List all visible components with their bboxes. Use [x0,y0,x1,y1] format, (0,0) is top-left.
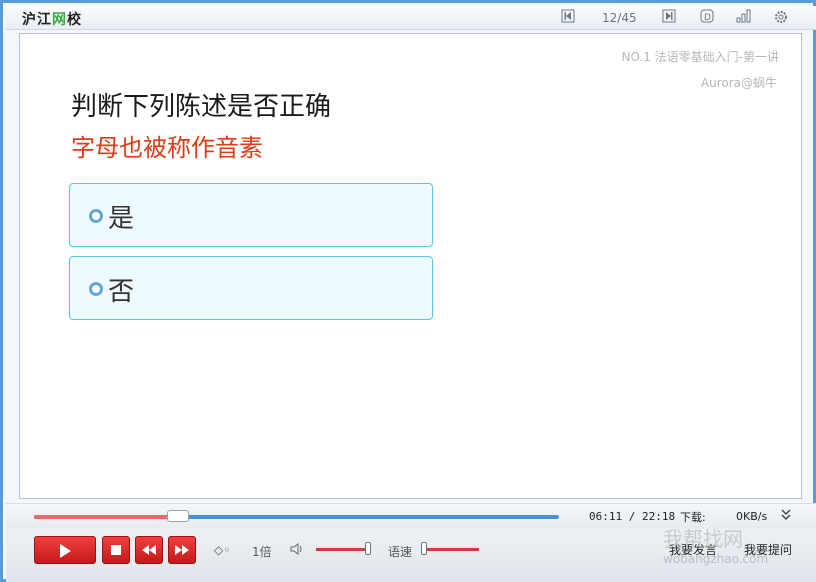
watermark: 我帮找网 wobangzhao.com [663,523,768,566]
fast-forward-icon [175,545,189,555]
first-page-icon[interactable] [560,9,576,25]
logo-text-1: 沪江 [22,12,52,28]
watermark-url: wobangzhao.com [663,552,769,566]
rate-label: 语速 [388,545,413,559]
time-display: 06:11 / 22:18 [589,510,675,523]
rate-slider[interactable] [427,548,479,551]
page-indicator: 12/45 [602,11,637,25]
option-no[interactable]: 否 [69,256,433,320]
play-icon [60,544,71,558]
radio-icon[interactable] [89,209,103,223]
author-label: Aurora@蜗牛 [700,76,777,90]
volume-slider[interactable] [316,548,368,551]
playback-speed[interactable]: 1倍 [252,543,272,560]
time-current: 06:11 [589,510,623,523]
progress-track[interactable] [34,510,559,522]
download-icon[interactable]: D [699,9,715,25]
rewind-button[interactable] [135,536,163,564]
fast-forward-button[interactable] [168,536,196,564]
gear-icon[interactable] [773,9,789,25]
loop-icon[interactable]: ◇◦ [214,543,230,557]
top-toolbar: 沪江网校 12/45 D [6,6,816,30]
download-speed: 0KB/s [736,510,768,523]
option-label: 否 [108,277,135,307]
option-yes[interactable]: 是 [69,183,433,247]
signal-bars-icon[interactable] [736,9,752,25]
progress-fill [34,515,179,519]
radio-icon[interactable] [89,282,103,296]
stop-button[interactable] [102,536,130,564]
last-page-icon[interactable] [661,9,677,25]
question-text: 判断下列陈述是否正确 [71,92,332,122]
volume-icon[interactable] [290,543,304,558]
stop-icon [111,545,121,555]
volume-knob[interactable] [365,542,371,555]
play-button[interactable] [34,536,96,564]
logo-text-3: 校 [67,12,82,28]
slide-panel: NO.1 法语零基础入门-第一讲 Aurora@蜗牛 判断下列陈述是否正确 字母… [19,33,802,499]
svg-text:D: D [704,13,711,23]
chevron-down-icon[interactable] [780,508,792,525]
watermark-text: 我帮找网 [663,527,743,551]
logo-text-2: 网 [52,12,67,28]
app-logo: 沪江网校 [22,9,82,29]
option-label: 是 [108,204,135,234]
statement-text: 字母也被称作音素 [71,134,263,162]
lesson-title: NO.1 法语零基础入门-第一讲 [621,50,779,64]
rewind-icon [142,545,156,555]
time-total: / 22:18 [628,510,676,523]
app-window: 沪江网校 12/45 D NO.1 法语零基础入门-第一讲 Aurora@蜗牛 … [0,0,816,582]
progress-thumb[interactable] [167,510,190,522]
